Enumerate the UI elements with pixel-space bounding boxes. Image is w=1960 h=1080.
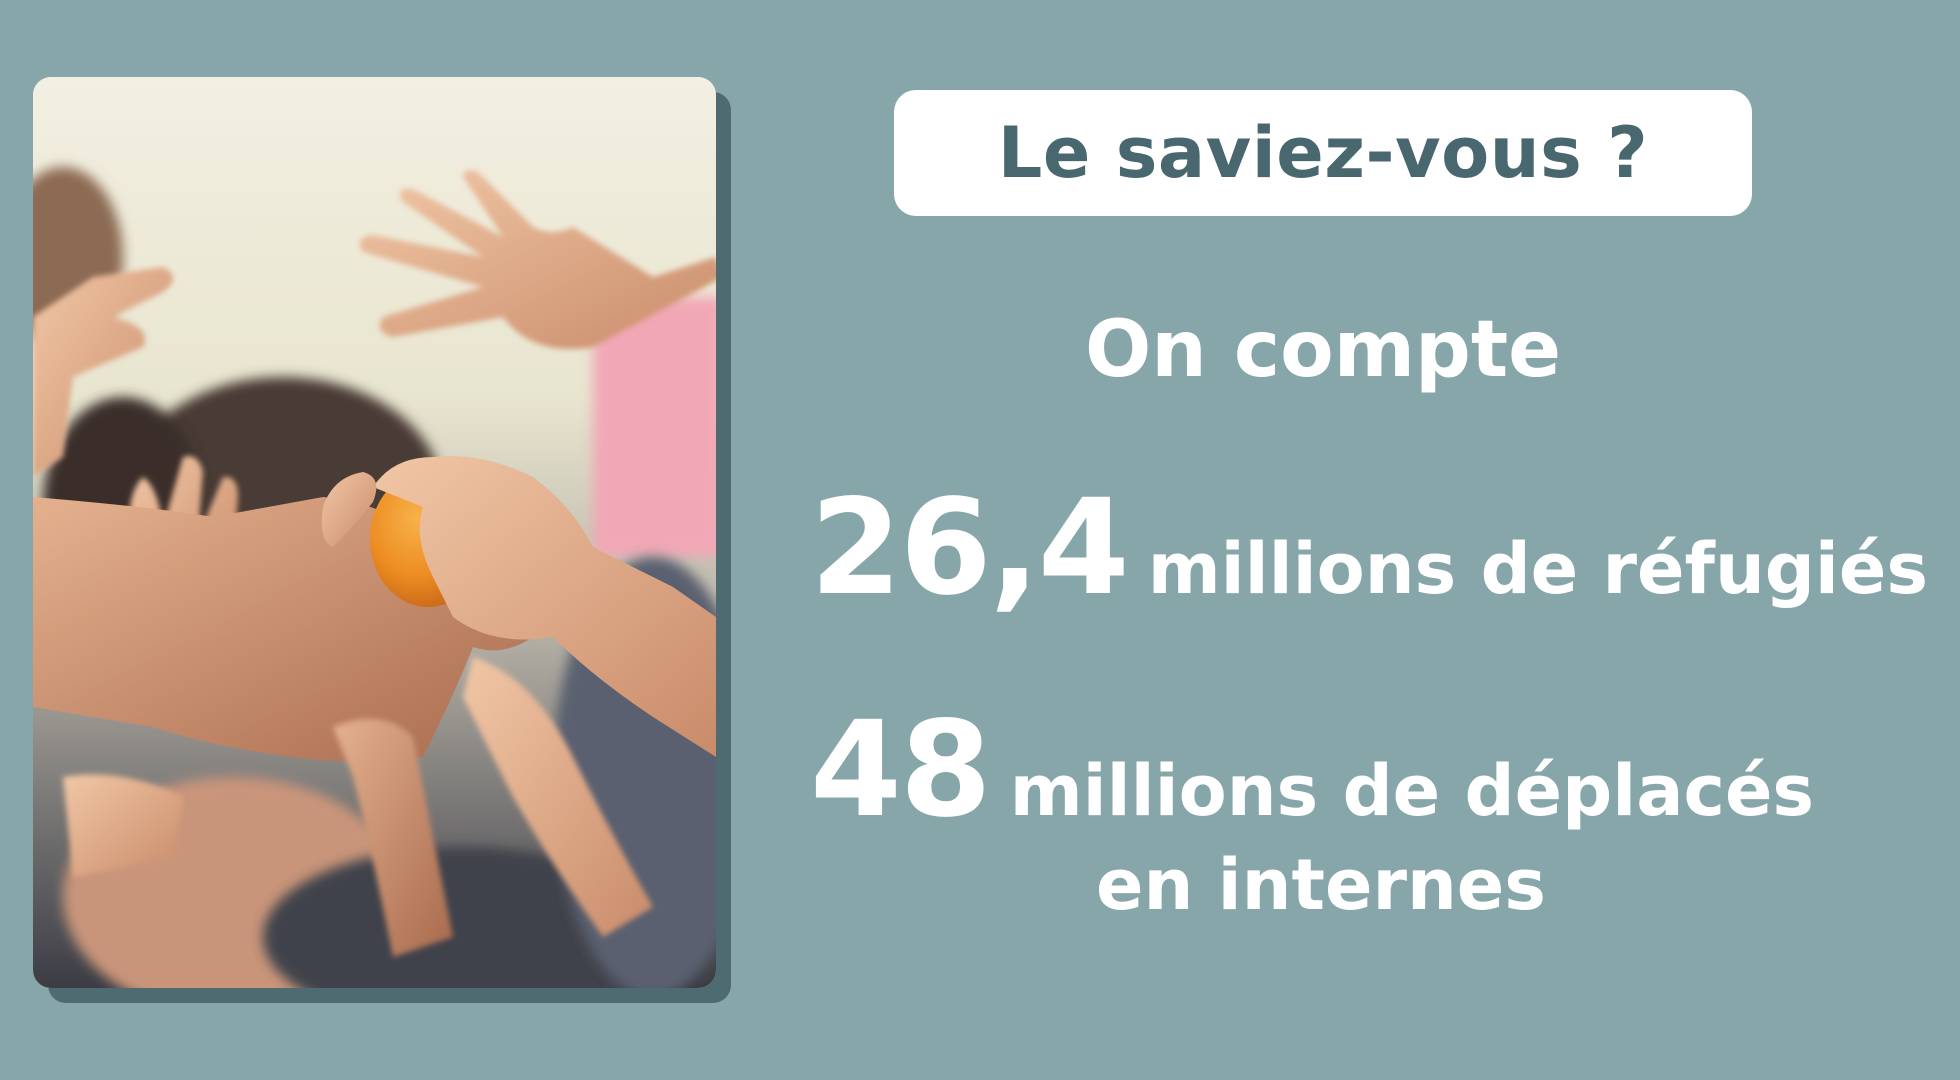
- refugee-children-photo: [33, 77, 716, 988]
- stat-displaced: 48 millions de déplacés: [810, 700, 1960, 840]
- stat-number: 26,4: [810, 471, 1130, 625]
- stat-label-continuation: en internes: [1096, 844, 1546, 926]
- title-banner: Le saviez-vous ?: [894, 90, 1752, 216]
- stat-number: 48: [810, 693, 992, 847]
- stat-label: millions de déplacés: [1009, 750, 1815, 832]
- title-text: Le saviez-vous ?: [997, 112, 1649, 194]
- stat-refugees: 26,4 millions de réfugiés: [810, 478, 1960, 618]
- stat-label: millions de réfugiés: [1147, 528, 1929, 610]
- intro-text: On compte: [1084, 305, 1562, 395]
